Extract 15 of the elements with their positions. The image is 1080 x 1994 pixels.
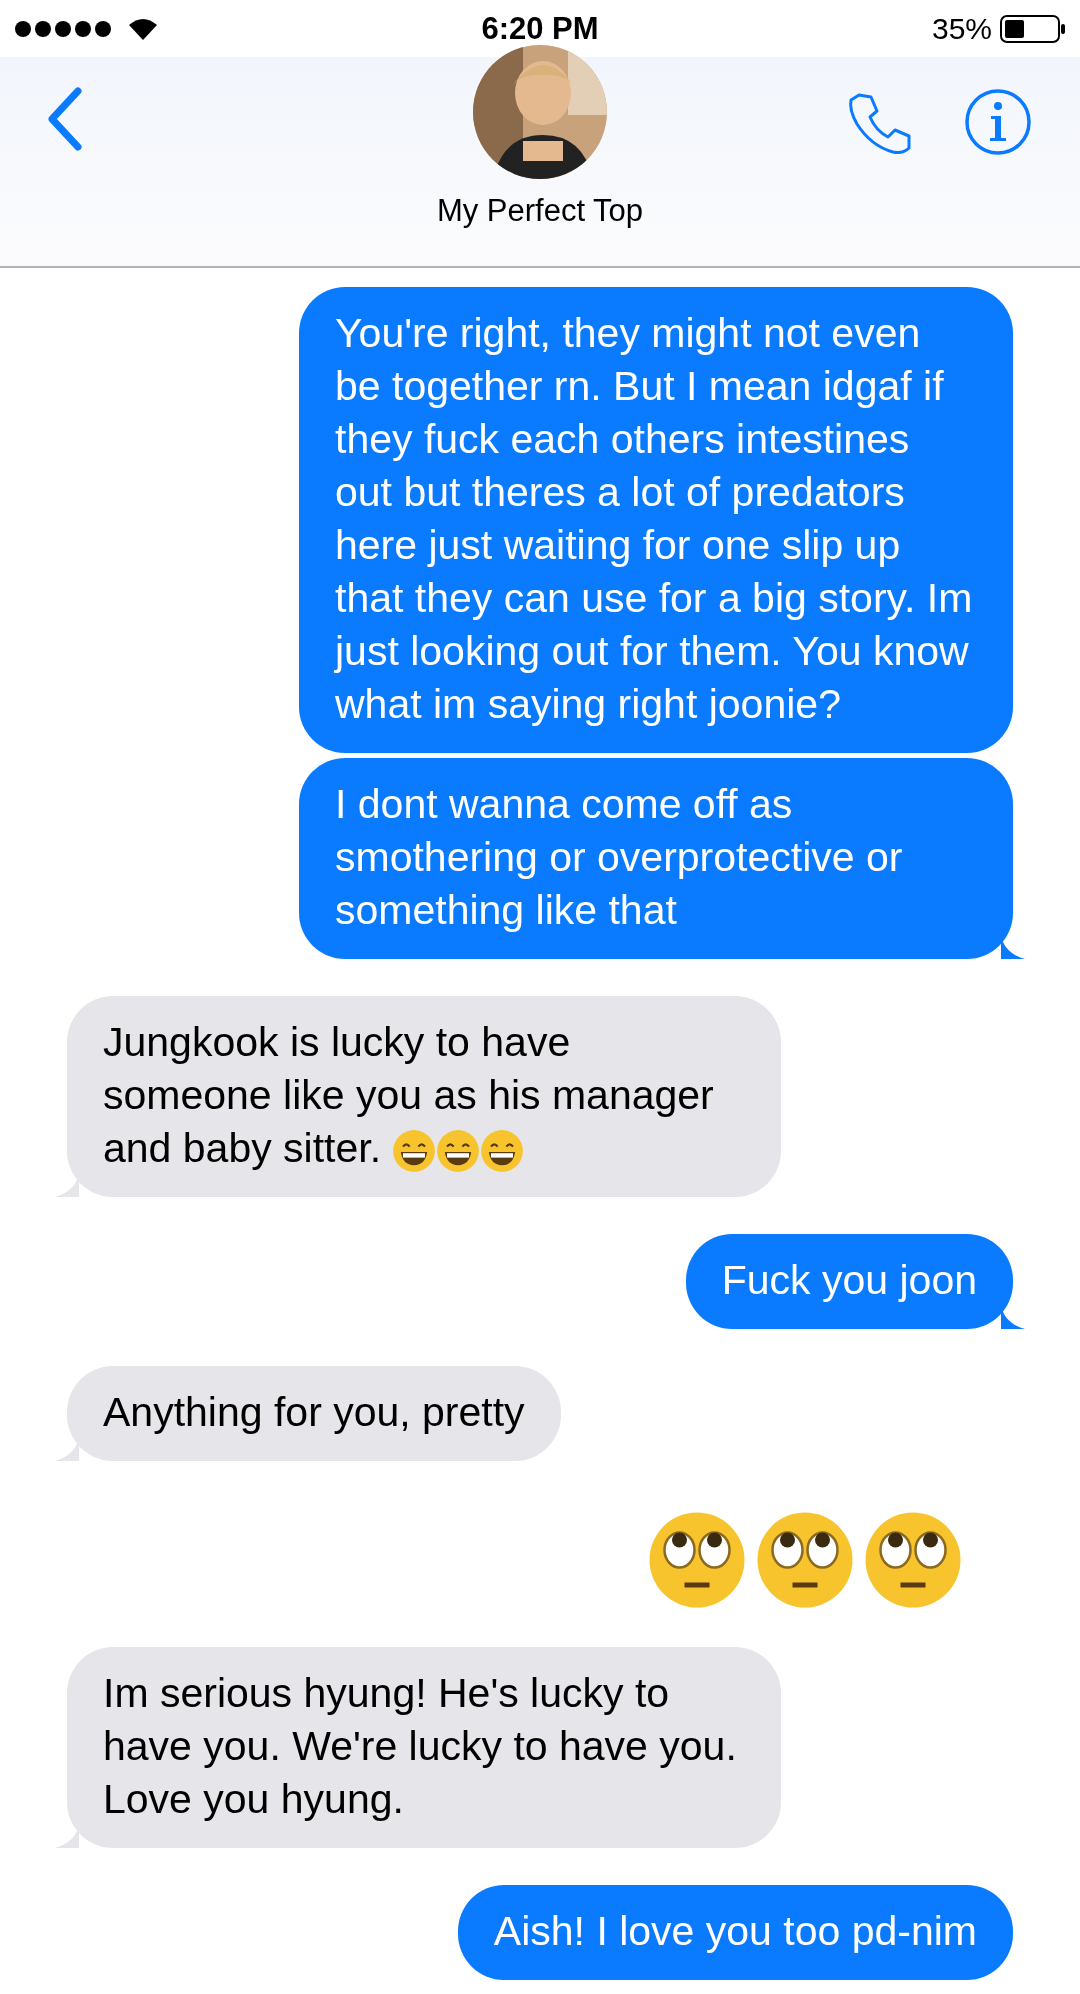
battery-icon — [1000, 13, 1066, 44]
grinning-face-icon — [392, 1129, 437, 1174]
grinning-face-icon — [436, 1129, 481, 1174]
message-bubble: Aish! I love you too pd-nim — [457, 1885, 1013, 1980]
signal-icon — [14, 19, 114, 38]
eye-roll-face-icon — [863, 1510, 963, 1610]
eye-roll-face-icon — [755, 1510, 855, 1610]
status-time: 6:20 PM — [481, 10, 599, 47]
battery-percent: 35% — [931, 11, 992, 46]
contact-name: My Perfect Top — [436, 193, 644, 229]
wifi-icon — [128, 16, 158, 41]
message-bubble: You're right, they might not even be together rn. But I mean idgaf if they fuck each others intestines out but theres a lot of predators here just waiting for one slip up that they can use for a big story. Im just looking out for them. You know what im saying right joonie? — [299, 287, 1013, 753]
info-icon[interactable] — [963, 87, 1033, 157]
grinning-face-icon — [480, 1129, 525, 1174]
eye-roll-face-icon — [647, 1510, 747, 1610]
